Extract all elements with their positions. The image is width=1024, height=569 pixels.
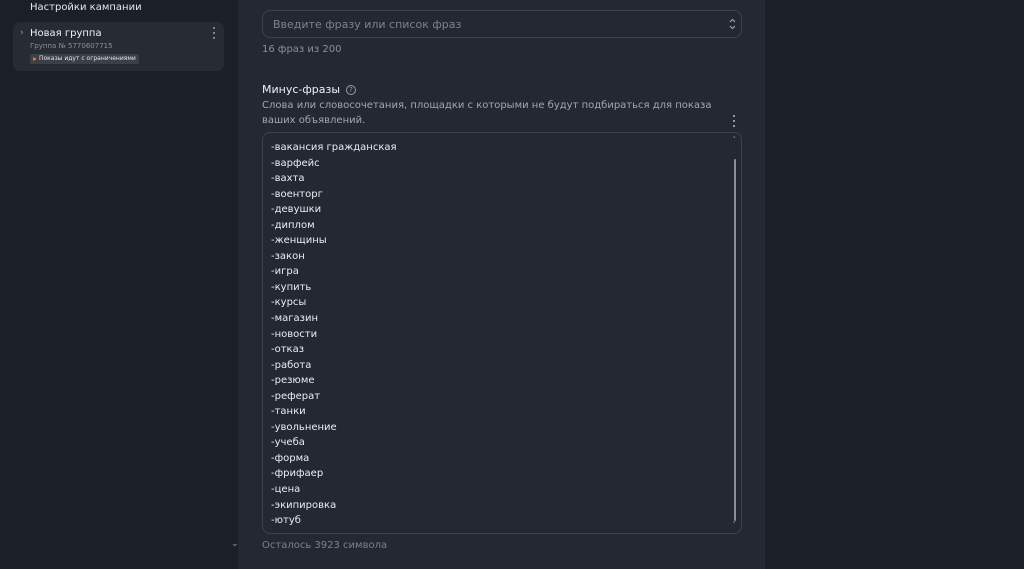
sidebar: Настройки кампании › Новая группа Группа… <box>0 0 239 569</box>
right-background <box>765 0 1024 569</box>
minus-phrase-item: -вахта <box>271 173 305 185</box>
minus-phrases-title: Минус-фразы <box>262 83 341 96</box>
minus-phrase-item: -реферат <box>271 390 321 402</box>
minus-phrase-item: -экипировка <box>271 499 337 511</box>
status-badge: Показы идут с ограничениями <box>30 54 139 64</box>
status-badge-label: Показы идут с ограничениями <box>39 55 136 62</box>
minus-phrase-item: -магазин <box>271 313 319 325</box>
main-panel: Введите фразу или список фраз 16 фраз из… <box>238 0 765 569</box>
help-icon[interactable]: ? <box>346 84 357 95</box>
sidebar-group-card[interactable]: › Новая группа Группа № 5770607715 Показ… <box>13 22 224 71</box>
minus-phrase-item: -курсы <box>271 297 307 309</box>
minus-phrases-textarea[interactable]: -вакансия гражданская -варфейс -вахта -воен… <box>262 132 742 534</box>
remaining-characters: Осталось 3923 символа <box>262 540 388 551</box>
minus-phrase-item: -купить <box>271 281 312 293</box>
minus-phrase-item: -форма <box>271 452 310 464</box>
scroll-down-icon[interactable]: ˅ <box>733 522 737 529</box>
group-id: Группа № 5770607715 <box>30 42 113 50</box>
campaign-settings-link[interactable]: Настройки кампании <box>30 2 142 13</box>
minus-phrase-item: -игра <box>271 266 299 278</box>
minus-phrase-item: -фрифаер <box>271 468 324 480</box>
minus-phrase-item: -женщины <box>271 235 327 247</box>
group-title: Новая группа <box>30 28 102 39</box>
scrollbar[interactable] <box>734 159 736 521</box>
minus-phrase-item: -увольнение <box>271 421 337 433</box>
minus-phrase-item: -ютуб <box>271 515 301 527</box>
minus-phrases-heading: Минус-фразы ? <box>262 83 357 96</box>
minus-phrase-item: -цена <box>271 484 301 496</box>
minus-phrase-item: -танки <box>271 406 306 418</box>
minus-phrase-item: -работа <box>271 359 312 371</box>
minus-phrase-item: -варфейс <box>271 157 320 169</box>
phrase-input-placeholder: Введите фразу или список фраз <box>273 18 462 31</box>
minus-phrases-list: -вакансия гражданская -варфейс -вахта -воен… <box>271 140 397 529</box>
minus-phrase-item: -резюме <box>271 375 315 387</box>
resize-icon[interactable] <box>729 17 736 31</box>
minus-phrase-item: -закон <box>271 250 305 262</box>
minus-phrase-item: -девушки <box>271 204 322 216</box>
scroll-up-icon[interactable]: ˄ <box>733 137 737 144</box>
minus-phrase-item: -отказ <box>271 344 305 356</box>
minus-phrases-description: Слова или словосочетания, площадки с кот… <box>262 100 712 126</box>
chevron-right-icon[interactable]: › <box>20 28 24 38</box>
phrase-counter: 16 фраз из 200 <box>262 44 342 55</box>
phrase-input[interactable]: Введите фразу или список фраз <box>262 10 742 38</box>
minus-phrase-item: -новости <box>271 328 318 340</box>
play-icon <box>33 57 37 61</box>
minus-phrase-item: -вакансия гражданская <box>271 142 397 153</box>
group-more-icon[interactable] <box>212 27 216 39</box>
minus-phrase-item: -диплом <box>271 219 315 231</box>
minus-phrase-item: -учеба <box>271 437 305 449</box>
more-options-icon[interactable] <box>732 115 736 127</box>
minus-phrase-item: -военторг <box>271 188 323 200</box>
